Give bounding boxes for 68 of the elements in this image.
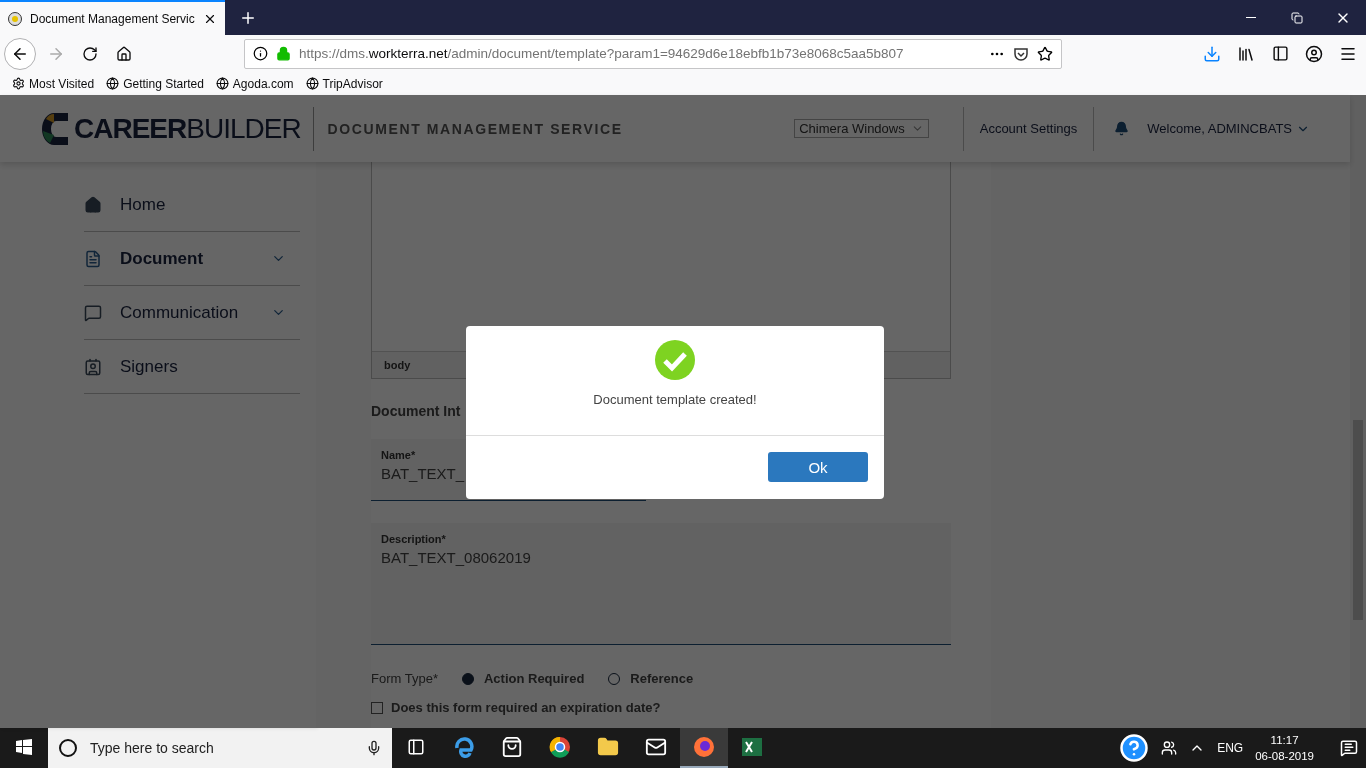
sidebar-item[interactable]: Signers (84, 340, 300, 394)
globe-icon (106, 77, 120, 90)
info-icon[interactable] (253, 46, 268, 61)
panel-icon (1271, 45, 1289, 62)
back-button[interactable] (4, 37, 36, 70)
restore-icon (1291, 11, 1303, 24)
sidebar-item[interactable]: Home (84, 178, 300, 232)
account-settings-link[interactable]: Account Settings (962, 106, 1094, 151)
search-input[interactable]: Type here to search (88, 739, 356, 757)
site-logo-icon (8, 11, 22, 26)
bookmark-link[interactable]: Getting Started (106, 76, 204, 91)
browser-tab[interactable]: Document Management Servic (0, 0, 225, 35)
description-field[interactable]: Description* BAT_TEXT_08062019 (371, 523, 951, 645)
globe-icon (305, 77, 319, 90)
spreadsheet-icon (741, 736, 763, 758)
people-icon[interactable] (1161, 740, 1178, 756)
bookmark-link[interactable]: Most Visited (12, 76, 95, 91)
sidebar-item[interactable]: Document (84, 232, 300, 286)
padlock-icon (276, 46, 291, 61)
ball-logo-icon (549, 736, 571, 758)
task-view-icon (407, 738, 425, 756)
home-icon (84, 195, 102, 214)
bell-icon[interactable] (1114, 121, 1130, 136)
checkmark-icon (655, 340, 695, 380)
url-text: https://dms.workterra.net/admin/document/template?param1=94629d6e18ebfb1b73e8068c5aa5b807 (299, 46, 905, 61)
section-heading: Document Int (371, 403, 462, 419)
windows-logo-icon (16, 739, 32, 755)
user-icon (1305, 44, 1323, 63)
pocket-icon[interactable] (1013, 45, 1029, 62)
globe-icon (215, 77, 229, 90)
fox-globe-icon (693, 736, 715, 758)
app-title: DOCUMENT MANAGEMENT SERVICE (327, 120, 623, 137)
bookmark-link[interactable]: TripAdvisor (305, 76, 383, 91)
home-icon (116, 45, 132, 62)
chat-icon (84, 303, 102, 322)
envelope-icon (645, 736, 667, 758)
folder-icon (597, 736, 619, 758)
minimize-icon (1246, 17, 1256, 18)
search-field[interactable]: Type here to search (48, 728, 392, 768)
books-icon (1237, 44, 1255, 63)
radio-option[interactable]: Action Required (461, 671, 585, 686)
star-icon[interactable] (1037, 45, 1053, 62)
gear-icon (12, 77, 25, 90)
company-select[interactable]: Chimera Windows (794, 119, 929, 138)
expiration-checkbox[interactable]: Does this form required an expiration date? (371, 700, 991, 715)
document-icon (84, 249, 102, 268)
help-icon[interactable] (1119, 733, 1150, 763)
notification-icon[interactable] (1340, 739, 1358, 757)
scrollbar[interactable] (1350, 95, 1366, 728)
form-type-label: Form Type* (371, 671, 438, 686)
sidebar-item[interactable]: Communication (84, 286, 300, 340)
tab-title: Document Management Servic (30, 11, 195, 26)
clock[interactable]: 11:17 06-08-2019 (1255, 732, 1314, 764)
dialog-message: Document template created! (593, 392, 757, 407)
reload-icon (82, 45, 98, 62)
microphone-icon[interactable] (366, 740, 382, 756)
bookmark-link[interactable]: Agoda.com (215, 76, 294, 91)
swirl-logo-icon (453, 736, 475, 758)
shopping-bag-icon (501, 736, 523, 758)
download-icon (1203, 44, 1221, 63)
user-menu[interactable]: Welcome, ADMINCBATS (1147, 121, 1310, 136)
id-badge-icon (84, 357, 102, 376)
radio-option[interactable]: Reference (608, 671, 694, 686)
ok-button[interactable]: Ok (768, 452, 868, 482)
ring-icon (58, 738, 78, 758)
company-logo: CAREERBUILDER (40, 106, 314, 151)
language-indicator[interactable]: ENG (1217, 741, 1244, 755)
address-bar[interactable]: https://dms.workterra.net/admin/document/template?param1=94629d6e18ebfb1b73e8068c5aa5b807 (244, 38, 1062, 69)
